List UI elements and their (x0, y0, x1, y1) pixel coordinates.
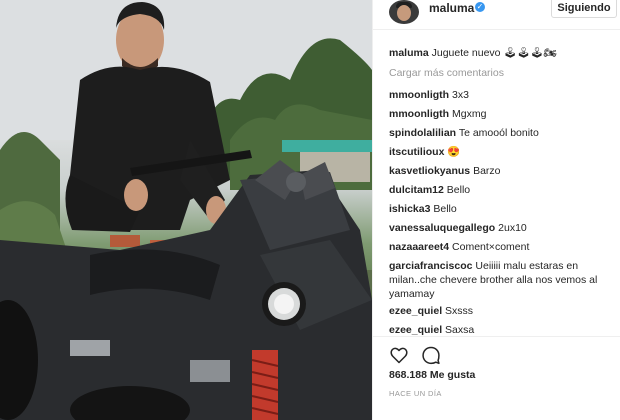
comment-user[interactable]: nazaaareet4 (389, 241, 449, 253)
post-header: maluma ✓ Siguiendo (373, 0, 620, 30)
comment: vanessaluquegallego 2ux10 (389, 221, 615, 235)
comment: ishicka3 Bello (389, 202, 615, 216)
comment: ezee_quiel Saxsa (389, 323, 615, 337)
comment: spindolalilian Te amooól bonito (389, 126, 615, 140)
comment-user[interactable]: kasvetliokyanus (389, 165, 470, 177)
post-timestamp: HACE UN DÍA (389, 389, 442, 398)
comment-user[interactable]: ezee_quiel (389, 324, 442, 336)
comment: nazaaareet4 Coment×coment (389, 240, 615, 254)
comment-user[interactable]: dulcitam12 (389, 184, 444, 196)
comment-text: Sxsss (445, 305, 474, 317)
comment-text: 2ux10 (498, 222, 527, 234)
verified-badge-icon: ✓ (475, 2, 485, 12)
comment-user[interactable]: garciafranciscoc (389, 260, 472, 272)
comment-user[interactable]: itscutilioux (389, 146, 444, 158)
comment: mmoonligth Mgxmg (389, 107, 615, 121)
comment-bubble-icon[interactable] (421, 345, 441, 365)
comment-user[interactable]: maluma (389, 47, 429, 59)
comment: kasvetliokyanus Barzo (389, 164, 615, 178)
heart-icon[interactable] (389, 345, 409, 365)
caption: maluma Juguete nuevo 🕹🕹🕹🏍 (389, 46, 615, 60)
likes-count[interactable]: 868.188 Me gusta (389, 369, 475, 381)
comment-text: Barzo (473, 165, 501, 177)
avatar-face (397, 5, 411, 21)
load-more-label[interactable]: Cargar más comentarios (389, 67, 504, 79)
comment: itscutilioux 😍 (389, 145, 615, 159)
comment-text: Saxsa (445, 324, 475, 336)
comment: garciafranciscoc Ueiiiii malu estaras en… (389, 259, 615, 301)
comment: dulcitam12 Bello (389, 183, 615, 197)
comment: ezee_quiel Sxsss (389, 304, 615, 318)
comment-text: Bello (433, 203, 457, 215)
comment-text: Coment×coment (452, 241, 530, 253)
comment-text: Bello (446, 184, 471, 196)
following-button[interactable]: Siguiendo (551, 0, 617, 18)
comment-text: Te amooól bonito (458, 127, 539, 139)
comment-user[interactable]: ishicka3 (389, 203, 430, 215)
photo-illustration (0, 0, 372, 420)
comment-text: 😍 (447, 146, 461, 158)
comment: mmoonligth 3x3 (389, 88, 615, 102)
post-side-panel: maluma ✓ Siguiendo maluma Juguete nuevo … (372, 0, 620, 420)
post-username[interactable]: maluma (429, 1, 474, 15)
comment-text: Mgxmg (452, 108, 487, 120)
comment-text: 3x3 (452, 89, 469, 101)
post-photo[interactable] (0, 0, 372, 420)
comment-user[interactable]: mmoonligth (389, 89, 449, 101)
load-more-comments[interactable]: Cargar más comentarios (389, 66, 615, 80)
comment-user[interactable]: mmoonligth (389, 108, 449, 120)
comment-user[interactable]: vanessaluquegallego (389, 222, 495, 234)
post-actions: 868.188 Me gusta HACE UN DÍA (373, 336, 620, 420)
comment-user[interactable]: spindolalilian (389, 127, 456, 139)
comment-user[interactable]: ezee_quiel (389, 305, 442, 317)
comment-text: Juguete nuevo 🕹🕹🕹🏍 (431, 47, 557, 59)
avatar[interactable] (389, 0, 419, 24)
